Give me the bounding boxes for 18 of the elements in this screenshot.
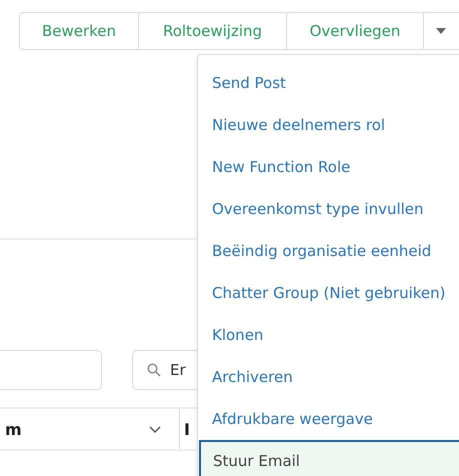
menu-item[interactable]: New Function Role	[198, 146, 459, 188]
action-button[interactable]: Bewerken	[19, 12, 139, 50]
more-button[interactable]	[424, 12, 459, 50]
caret-icon	[436, 28, 446, 34]
menu-item[interactable]: Nieuwe deelnemers rol	[198, 104, 459, 146]
column-header: m	[5, 420, 22, 438]
menu-item[interactable]: Send Post	[198, 62, 459, 104]
action-button[interactable]: Roltoewijzing	[139, 12, 287, 50]
menu-item[interactable]: Afdrukbare weergave	[198, 398, 459, 440]
action-button[interactable]: Overvliegen	[287, 12, 424, 50]
menu-item[interactable]: Beëindig organisatie eenheid	[198, 230, 459, 272]
menu-item[interactable]: Overeenkomst type invullen	[198, 188, 459, 230]
menu-item[interactable]: Chatter Group (Niet gebruiken)	[198, 272, 459, 314]
input-field[interactable]	[0, 350, 102, 390]
chevron-down-icon[interactable]	[149, 426, 161, 432]
menu-item[interactable]: Stuur Email	[199, 440, 459, 476]
column-header: I	[184, 420, 190, 438]
search-icon	[147, 363, 161, 377]
